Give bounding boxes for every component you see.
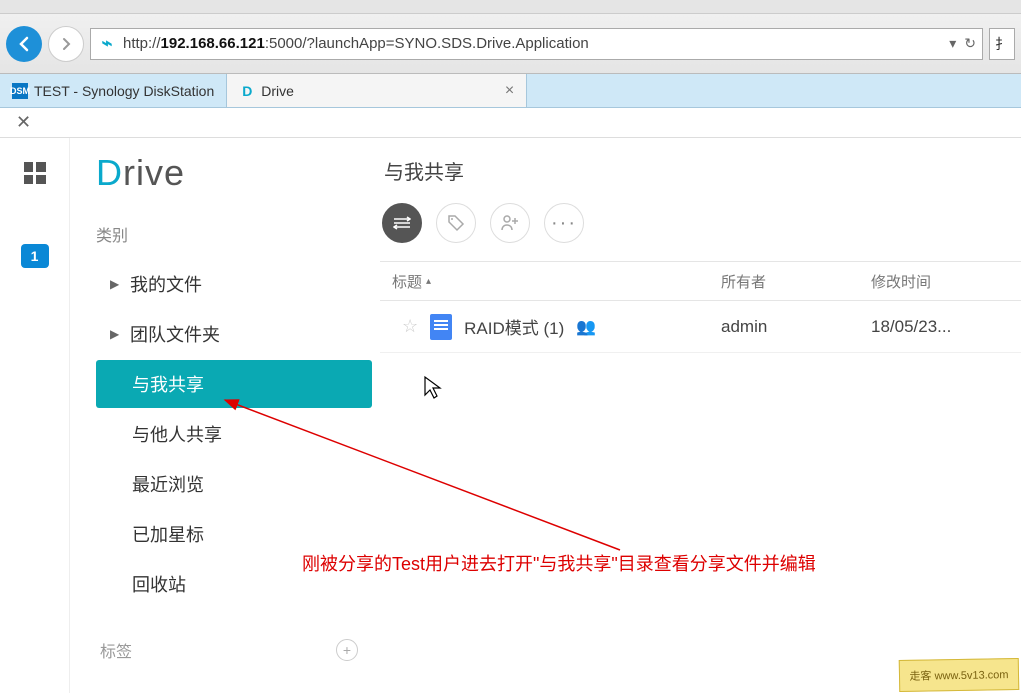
row-date-cell: 18/05/23... [871,317,1021,337]
app-closebar: ✕ [0,108,1021,138]
refresh-icon[interactable]: ↻ [964,35,976,52]
sort-asc-icon: ▴ [426,276,431,287]
tab-close-icon[interactable]: × [505,82,514,100]
tags-label: 标签 [100,638,132,662]
dsm-favicon-icon: DSM [12,83,28,99]
tab-drive[interactable]: D Drive × [227,74,527,107]
sidebar-item-label: 我的文件 [130,271,202,297]
tags-section: 标签 + [96,624,372,662]
more-button[interactable]: ··· [544,203,584,243]
table-header: 标题 ▴ 所有者 修改时间 [380,261,1021,301]
tag-button[interactable] [436,203,476,243]
content-area: 与我共享 ··· 标题 ▴ 所有者 修改时间 ☆ [380,138,1021,693]
url-bar[interactable]: ⌁ http://192.168.66.121:5000/?launchApp=… [90,28,983,60]
tab-diskstation[interactable]: DSM TEST - Synology DiskStation [0,74,227,107]
sidebar-item-recent[interactable]: 最近浏览 [96,460,372,508]
caret-icon: ▶ [110,327,120,341]
sidebar-item-label: 与我共享 [132,371,204,397]
sidebar-item-sharedwithme[interactable]: 与我共享 [96,360,372,408]
url-dropdown-icon[interactable]: ▾ [949,35,956,52]
sidebar-item-label: 最近浏览 [132,471,204,497]
nav-forward-button[interactable] [48,26,84,62]
drive-logo: Drive [96,152,372,194]
star-icon[interactable]: ☆ [402,316,418,337]
content-toolbar: ··· [380,203,1021,243]
site-favicon-icon: ⌁ [97,34,117,54]
caret-icon: ▶ [110,277,120,291]
table-row[interactable]: ☆ RAID模式 (1) 👥 admin 18/05/23... [380,301,1021,353]
sidebar-item-label: 与他人共享 [132,421,222,447]
sidebar-section-label: 类别 [96,222,372,246]
browser-ext-button[interactable]: 扌 [989,28,1015,60]
sidebar-item-label: 回收站 [132,571,186,597]
sidebar-item-myfiles[interactable]: ▶ 我的文件 [96,260,372,308]
apps-grid-icon[interactable] [24,162,46,184]
tab-label: Drive [261,83,294,99]
tab-strip: DSM TEST - Synology DiskStation D Drive … [0,74,1021,108]
shared-icon: 👥 [576,317,596,337]
browser-toolbar: ⌁ http://192.168.66.121:5000/?launchApp=… [0,14,1021,74]
nav-back-button[interactable] [6,26,42,62]
column-date[interactable]: 修改时间 [871,271,1021,292]
app-body: 1 Drive 类别 ▶ 我的文件 ▶ 团队文件夹 与我共享 与他人共享 最近浏… [0,138,1021,693]
column-title[interactable]: 标题 ▴ [380,271,721,292]
close-panel-icon[interactable]: ✕ [16,112,31,133]
left-rail: 1 [0,138,70,693]
sidebar-item-teamfolder[interactable]: ▶ 团队文件夹 [96,310,372,358]
annotation-text: 刚被分享的Test用户进去打开"与我共享"目录查看分享文件并编辑 [302,550,816,576]
content-title: 与我共享 [380,156,1021,185]
document-icon [430,314,452,340]
url-controls: ▾ ↻ [949,35,976,52]
url-text: http://192.168.66.121:5000/?launchApp=SY… [123,35,589,52]
drive-favicon-icon: D [239,83,255,99]
column-owner[interactable]: 所有者 [721,271,871,292]
watermark: 走客 www.5v13.com [899,658,1020,692]
sidebar-item-sharedbyme[interactable]: 与他人共享 [96,410,372,458]
add-tag-icon[interactable]: + [336,639,358,661]
row-owner-cell: admin [721,317,871,337]
sidebar-item-label: 团队文件夹 [130,321,220,347]
browser-titlebar [0,0,1021,14]
tab-label: TEST - Synology DiskStation [34,83,214,99]
share-button[interactable] [490,203,530,243]
sidebar: Drive 类别 ▶ 我的文件 ▶ 团队文件夹 与我共享 与他人共享 最近浏览 … [70,138,380,693]
row-title-cell: ☆ RAID模式 (1) 👥 [380,314,721,340]
notification-badge[interactable]: 1 [21,244,49,268]
sidebar-item-label: 已加星标 [132,521,204,547]
sort-button[interactable] [382,203,422,243]
file-name: RAID模式 (1) [464,314,564,339]
